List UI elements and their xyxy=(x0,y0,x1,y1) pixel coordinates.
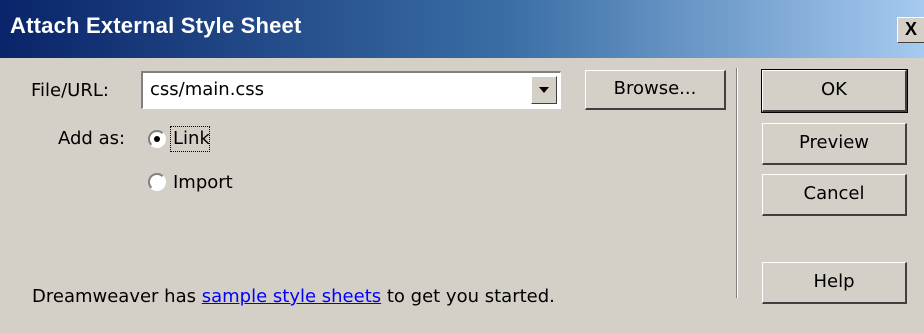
ok-button[interactable]: OK xyxy=(761,69,908,113)
import-radio-label[interactable]: Import xyxy=(173,172,233,193)
close-button[interactable]: X xyxy=(897,17,924,43)
footer-prefix: Dreamweaver has xyxy=(32,286,202,307)
help-button[interactable]: Help xyxy=(762,262,907,304)
file-url-dropdown-button[interactable] xyxy=(531,76,557,104)
link-radio-label[interactable]: Link xyxy=(173,128,210,149)
link-radio[interactable] xyxy=(148,130,166,148)
radio-selected-dot xyxy=(154,136,160,142)
browse-button[interactable]: Browse... xyxy=(585,70,726,110)
cancel-button[interactable]: Cancel xyxy=(762,174,907,216)
footer-message: Dreamweaver has sample style sheets to g… xyxy=(32,286,555,307)
footer-suffix: to get you started. xyxy=(381,286,555,307)
file-url-value: css/main.css xyxy=(150,79,265,100)
add-as-label: Add as: xyxy=(58,128,126,149)
import-radio[interactable] xyxy=(148,173,166,191)
title-bar[interactable]: Attach External Style Sheet xyxy=(0,0,924,58)
file-url-label: File/URL: xyxy=(31,80,109,101)
help-button-label: Help xyxy=(813,271,855,292)
close-icon: X xyxy=(904,19,917,39)
file-url-input[interactable]: css/main.css xyxy=(141,71,561,109)
vertical-separator xyxy=(736,68,738,298)
browse-button-label: Browse... xyxy=(613,78,697,99)
preview-button[interactable]: Preview xyxy=(762,123,907,165)
cancel-button-label: Cancel xyxy=(803,183,865,204)
ok-button-label: OK xyxy=(821,79,847,100)
sample-style-sheets-link[interactable]: sample style sheets xyxy=(202,286,381,307)
dialog-title: Attach External Style Sheet xyxy=(10,13,302,38)
preview-button-label: Preview xyxy=(798,132,870,153)
dropdown-arrow-icon xyxy=(539,87,549,93)
attach-style-sheet-dialog: Attach External Style Sheet X File/URL: … xyxy=(0,0,924,333)
